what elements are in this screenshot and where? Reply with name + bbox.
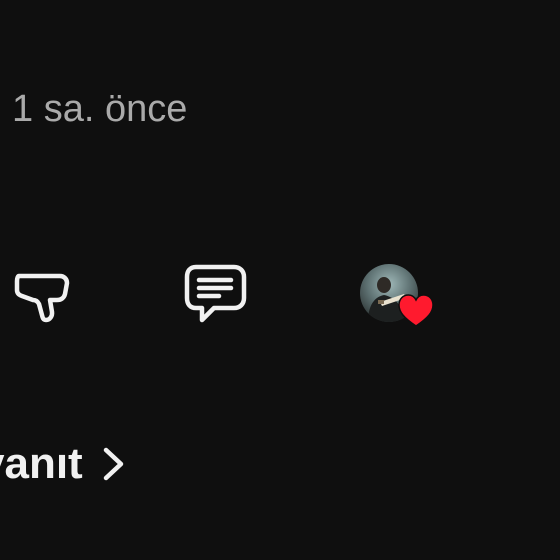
replies-link-label: vanıt [0, 439, 83, 488]
comment-detail-screen: 1 sa. önce anıt [0, 0, 560, 560]
reply-button[interactable] [184, 264, 250, 324]
comment-timestamp: 1 sa. önce [12, 88, 188, 130]
chevron-right-icon [101, 444, 127, 484]
thumbs-down-icon [14, 273, 70, 323]
comment-icon [184, 264, 247, 323]
view-replies-link[interactable]: vanıt [0, 438, 127, 490]
dislike-button[interactable] [12, 264, 72, 324]
creator-heart-badge [358, 262, 438, 332]
heart-icon [398, 294, 434, 328]
